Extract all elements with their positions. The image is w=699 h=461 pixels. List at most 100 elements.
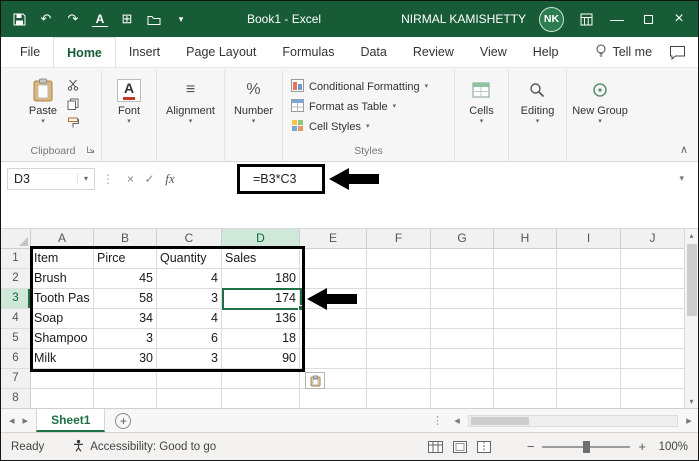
column-header-J[interactable]: J: [621, 229, 684, 249]
horizontal-scrollbar[interactable]: [468, 415, 678, 427]
column-header-H[interactable]: H: [494, 229, 557, 249]
cell-I6[interactable]: [557, 349, 621, 369]
scrollbar-splitter[interactable]: ⋮: [432, 414, 443, 427]
cell-I8[interactable]: [557, 389, 621, 408]
format-painter-icon[interactable]: [65, 115, 81, 130]
format-as-table-button[interactable]: Format as Table ▾: [287, 97, 432, 116]
cell-C4[interactable]: 4: [157, 309, 222, 329]
cell-H1[interactable]: [494, 249, 557, 269]
cell-E2[interactable]: [300, 269, 367, 289]
cell-C3[interactable]: 3: [157, 289, 222, 309]
row-header-3[interactable]: 3: [1, 289, 31, 309]
cell-G8[interactable]: [431, 389, 494, 408]
normal-view-icon[interactable]: [428, 441, 443, 453]
cell-styles-button[interactable]: Cell Styles ▾: [287, 117, 432, 136]
cell-D3[interactable]: 174: [222, 289, 300, 309]
cell-F8[interactable]: [367, 389, 431, 408]
cells-button[interactable]: Cells ▾: [465, 74, 497, 144]
cell-J4[interactable]: [621, 309, 684, 329]
cell-J5[interactable]: [621, 329, 684, 349]
zoom-slider[interactable]: [542, 446, 630, 448]
folder-icon[interactable]: [146, 11, 162, 27]
avatar[interactable]: NK: [539, 7, 564, 32]
row-header-4[interactable]: 4: [1, 309, 31, 329]
column-header-F[interactable]: F: [367, 229, 431, 249]
cell-C2[interactable]: 4: [157, 269, 222, 289]
comment-icon[interactable]: [669, 37, 692, 67]
sheet-nav-right-icon[interactable]: ▸: [23, 414, 29, 427]
insert-function-icon[interactable]: fx: [159, 171, 181, 187]
cell-H8[interactable]: [494, 389, 557, 408]
cell-A3[interactable]: Tooth Pas: [31, 289, 94, 309]
cell-B6[interactable]: 30: [94, 349, 157, 369]
cell-F4[interactable]: [367, 309, 431, 329]
cell-F5[interactable]: [367, 329, 431, 349]
cell-J1[interactable]: [621, 249, 684, 269]
maximize-button[interactable]: [639, 10, 657, 28]
scroll-down-icon[interactable]: ▾: [689, 395, 693, 408]
cell-G4[interactable]: [431, 309, 494, 329]
name-box[interactable]: D3 ▾: [7, 168, 95, 190]
cell-I4[interactable]: [557, 309, 621, 329]
row-header-1[interactable]: 1: [1, 249, 31, 269]
cell-J6[interactable]: [621, 349, 684, 369]
cell-H7[interactable]: [494, 369, 557, 389]
vertical-scroll-thumb[interactable]: [687, 244, 697, 316]
cell-A5[interactable]: Shampoo: [31, 329, 94, 349]
select-all-button[interactable]: [1, 229, 31, 249]
tab-formulas[interactable]: Formulas: [269, 37, 347, 67]
cell-D4[interactable]: 136: [222, 309, 300, 329]
copy-icon[interactable]: [65, 96, 81, 111]
customize-qat-icon[interactable]: ▾: [173, 11, 189, 27]
cell-J2[interactable]: [621, 269, 684, 289]
cell-E5[interactable]: [300, 329, 367, 349]
horizontal-scroll-thumb[interactable]: [471, 417, 529, 425]
tab-help[interactable]: Help: [520, 37, 572, 67]
cell-D2[interactable]: 180: [222, 269, 300, 289]
zoom-out-button[interactable]: −: [527, 439, 535, 454]
cell-I5[interactable]: [557, 329, 621, 349]
cell-A1[interactable]: Item: [31, 249, 94, 269]
cell-F1[interactable]: [367, 249, 431, 269]
cell-B8[interactable]: [94, 389, 157, 408]
cell-H3[interactable]: [494, 289, 557, 309]
cell-B5[interactable]: 3: [94, 329, 157, 349]
row-header-7[interactable]: 7: [1, 369, 31, 389]
tab-view[interactable]: View: [467, 37, 520, 67]
cell-D6[interactable]: 90: [222, 349, 300, 369]
cell-H4[interactable]: [494, 309, 557, 329]
account-name[interactable]: NIRMAL KAMISHETTY: [401, 12, 526, 26]
cell-I3[interactable]: [557, 289, 621, 309]
scroll-up-icon[interactable]: ▴: [689, 229, 693, 242]
page-break-preview-icon[interactable]: [477, 441, 491, 453]
page-layout-view-icon[interactable]: [453, 441, 467, 453]
cell-A2[interactable]: Brush: [31, 269, 94, 289]
cell-F3[interactable]: [367, 289, 431, 309]
column-header-B[interactable]: B: [94, 229, 157, 249]
redo-icon[interactable]: ↷: [65, 11, 81, 27]
new-group-button[interactable]: New Group ▾: [568, 74, 632, 144]
minimize-button[interactable]: —: [608, 10, 626, 28]
cell-E3[interactable]: [300, 289, 367, 309]
cell-B4[interactable]: 34: [94, 309, 157, 329]
undo-icon[interactable]: ↶: [38, 11, 54, 27]
cell-J8[interactable]: [621, 389, 684, 408]
cell-B2[interactable]: 45: [94, 269, 157, 289]
collapse-ribbon-button[interactable]: ∧: [680, 143, 688, 156]
close-button[interactable]: ×: [670, 10, 688, 28]
cell-I2[interactable]: [557, 269, 621, 289]
cell-F2[interactable]: [367, 269, 431, 289]
cancel-icon[interactable]: ×: [121, 172, 140, 186]
cell-D8[interactable]: [222, 389, 300, 408]
row-header-6[interactable]: 6: [1, 349, 31, 369]
cell-E1[interactable]: [300, 249, 367, 269]
cell-A8[interactable]: [31, 389, 94, 408]
cell-H5[interactable]: [494, 329, 557, 349]
cell-A4[interactable]: Soap: [31, 309, 94, 329]
editing-button[interactable]: Editing ▾: [517, 74, 559, 144]
conditional-formatting-button[interactable]: Conditional Formatting ▾: [287, 77, 432, 96]
zoom-level[interactable]: 100%: [654, 441, 688, 453]
dialog-launcher-icon[interactable]: [86, 144, 95, 159]
tab-file[interactable]: File: [7, 37, 53, 67]
cell-B1[interactable]: Pirce: [94, 249, 157, 269]
